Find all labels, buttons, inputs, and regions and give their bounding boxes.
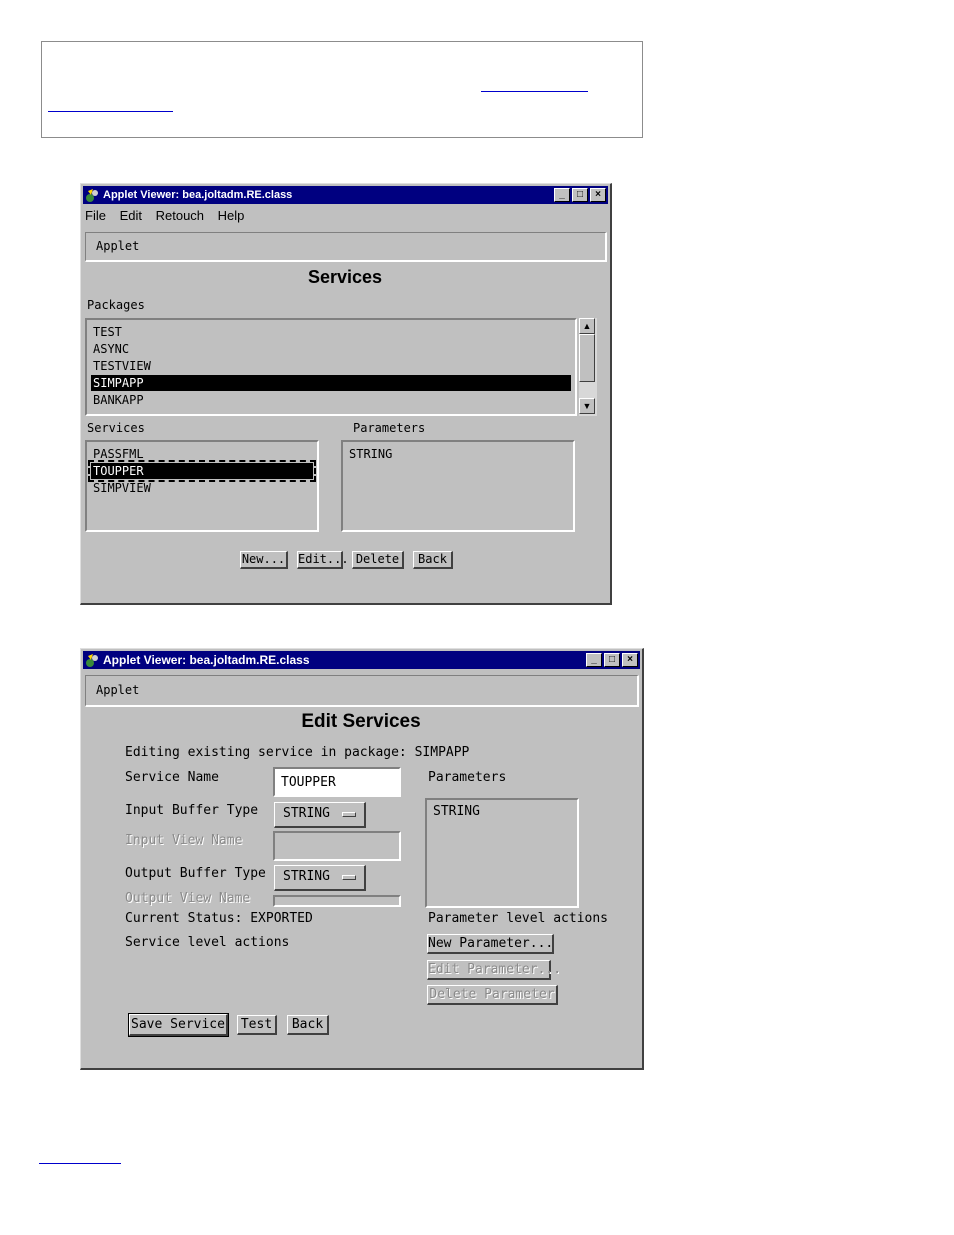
applet-viewer-icon: [86, 654, 98, 667]
output-view-field: [273, 895, 401, 907]
scroll-down-icon[interactable]: ▼: [579, 398, 595, 414]
output-buffer-select[interactable]: STRING: [274, 865, 366, 891]
top-link-underline-2[interactable]: [48, 111, 173, 112]
applet-menu[interactable]: Applet: [85, 675, 639, 707]
list-item[interactable]: TEST: [91, 324, 571, 340]
close-button[interactable]: ×: [622, 653, 638, 667]
packages-label: Packages: [87, 298, 145, 312]
close-button[interactable]: ×: [590, 188, 606, 202]
list-item[interactable]: BANKAPP: [91, 392, 571, 408]
list-item[interactable]: TESTVIEW: [91, 358, 571, 374]
services-list[interactable]: PASSFML TOUPPER SIMPVIEW: [85, 440, 319, 532]
input-buffer-select[interactable]: STRING: [274, 802, 366, 828]
delete-parameter-button: Delete Parameter: [427, 985, 558, 1005]
list-item[interactable]: STRING: [347, 446, 569, 462]
input-buffer-label: Input Buffer Type: [125, 803, 259, 818]
input-view-label: Input View Name: [125, 833, 243, 848]
service-actions-label: Service level actions: [125, 935, 290, 950]
menu-retouch[interactable]: Retouch: [156, 208, 204, 223]
test-button[interactable]: Test: [237, 1015, 277, 1035]
maximize-button[interactable]: □: [572, 188, 588, 202]
minimize-button[interactable]: _: [554, 188, 570, 202]
bottom-link-underline[interactable]: [39, 1163, 121, 1164]
list-item[interactable]: STRING: [431, 804, 573, 820]
input-buffer-value: STRING: [283, 806, 330, 821]
new-parameter-button[interactable]: New Parameter...: [427, 934, 554, 954]
save-service-button[interactable]: Save Service: [128, 1013, 229, 1037]
scroll-thumb[interactable]: [579, 334, 595, 382]
note-box: [41, 41, 643, 138]
parameters-label: Parameters: [428, 770, 507, 785]
scroll-up-icon[interactable]: ▲: [579, 318, 595, 334]
input-view-field: [273, 831, 401, 861]
page-title: Services: [307, 267, 383, 287]
window-title: Applet Viewer: bea.joltadm.RE.class: [103, 653, 310, 667]
maximize-button[interactable]: □: [604, 653, 620, 667]
applet-viewer-icon: [86, 189, 98, 202]
window-title: Applet Viewer: bea.joltadm.RE.class: [103, 189, 293, 201]
page-title: Edit Services: [301, 711, 421, 732]
parameters-list[interactable]: STRING: [425, 798, 579, 908]
edit-button[interactable]: Edit...: [297, 551, 349, 569]
edit-parameter-button: Edit Parameter...: [427, 960, 561, 980]
packages-scrollbar[interactable]: ▲ ▼: [579, 318, 597, 416]
service-name-value[interactable]: TOUPPER: [281, 775, 336, 790]
title-bar[interactable]: Applet Viewer: bea.joltadm.RE.class _ □ …: [83, 186, 608, 204]
parameters-list[interactable]: STRING: [341, 440, 575, 532]
back-button[interactable]: Back: [413, 551, 453, 569]
parameters-label: Parameters: [353, 421, 426, 435]
param-actions-label: Parameter level actions: [428, 911, 609, 926]
service-name-label: Service Name: [125, 770, 219, 785]
back-button[interactable]: Back: [287, 1015, 329, 1035]
menu-file[interactable]: File: [85, 208, 106, 223]
menu-bar: File Edit Retouch Help: [85, 206, 254, 226]
menu-help[interactable]: Help: [218, 208, 245, 223]
list-item[interactable]: PASSFML: [91, 446, 313, 462]
title-bar[interactable]: Applet Viewer: bea.joltadm.RE.class _ □ …: [83, 651, 640, 669]
dropdown-indicator-icon: [342, 812, 356, 817]
editing-info: Editing existing service in package: SIM…: [125, 745, 470, 760]
service-name-field[interactable]: TOUPPER: [273, 767, 401, 797]
services-window: Applet Viewer: bea.joltadm.RE.class _ □ …: [80, 183, 612, 605]
dropdown-indicator-icon: [342, 875, 356, 880]
new-button[interactable]: New...: [240, 551, 288, 569]
output-view-label: Output View Name: [125, 891, 251, 906]
list-item[interactable]: ASYNC: [91, 341, 571, 357]
output-buffer-label: Output Buffer Type: [125, 866, 266, 881]
output-buffer-value: STRING: [283, 869, 330, 884]
edit-services-window: Applet Viewer: bea.joltadm.RE.class _ □ …: [80, 648, 644, 1070]
minimize-button[interactable]: _: [586, 653, 602, 667]
top-link-underline-1[interactable]: [481, 91, 588, 92]
list-item[interactable]: SIMPVIEW: [91, 480, 313, 496]
delete-button[interactable]: Delete: [352, 551, 404, 569]
applet-menu[interactable]: Applet: [85, 232, 607, 262]
list-item-selected[interactable]: TOUPPER: [88, 460, 316, 482]
menu-edit[interactable]: Edit: [120, 208, 142, 223]
services-label: Services: [87, 421, 145, 435]
status-text: Current Status: EXPORTED: [125, 911, 313, 926]
packages-list[interactable]: TEST ASYNC TESTVIEW SIMPAPP BANKAPP: [85, 318, 577, 416]
list-item-selected[interactable]: SIMPAPP: [91, 375, 571, 391]
